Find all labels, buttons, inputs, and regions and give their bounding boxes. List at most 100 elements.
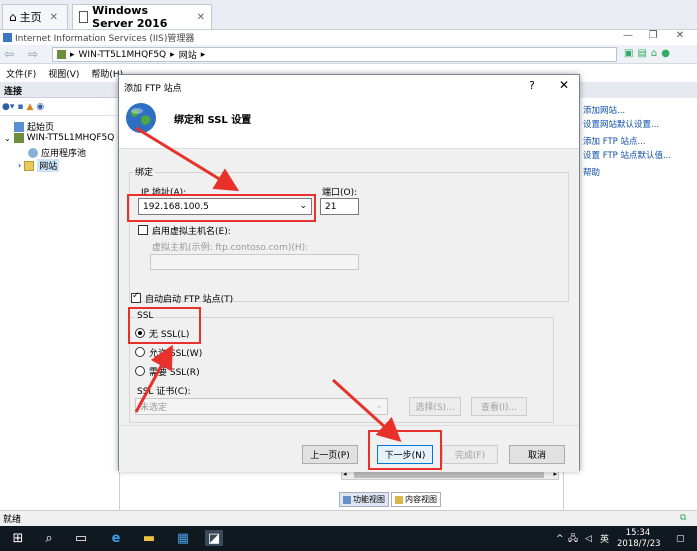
allow-ssl-radio[interactable] [135,347,145,357]
port-label: 端口(O): [322,188,358,198]
tray-chevron-icon[interactable]: ^ [556,526,564,551]
minimize-icon[interactable]: — [616,30,640,41]
close-icon[interactable]: ✕ [197,12,205,23]
highlight-next-button [368,430,442,470]
require-ssl-radio[interactable] [135,366,145,376]
tree-label: 起始页 [27,123,55,133]
chevron-down-icon[interactable]: ⌄ [4,134,11,143]
menu-file[interactable]: 文件(F) [0,67,42,80]
close-icon[interactable]: ✕ [668,30,692,41]
tree-label: 应用程序池 [41,149,87,159]
autostart-label: 自动启动 FTP 站点(T) [145,295,234,305]
tree-sites[interactable]: › 网站 [18,159,60,172]
select-cert-button[interactable]: 选择(S)... [409,397,461,416]
menu-view[interactable]: 视图(V) [42,67,85,80]
connections-pane: 连接 ●▾ ▪ ▲ ◉ 起始页 ⌄ WIN-TT5L1MHQF5Q (W 应用程… [0,82,130,510]
clock[interactable]: 15:34 2018/7/23 [617,528,661,550]
cancel-button[interactable]: 取消 [509,445,565,464]
virtual-host-label: 启用虚拟主机名(E): [152,227,231,237]
search-icon[interactable]: ⌕ [40,530,58,546]
tab-server-label: Windows Server 2016 [92,4,168,30]
tree-server[interactable]: ⌄ WIN-TT5L1MHQF5Q (W [4,133,130,143]
forward-icon[interactable]: ⇨ [28,47,38,61]
dialog-title-bar: 添加 FTP 站点 ? ✕ [119,75,579,99]
address-bar: ⇦ ⇨ ▸ WIN-TT5L1MHQF5Q ▸ 网站 ▸ ▣▤⌂● [0,45,697,64]
action-add-ftp[interactable]: 添加 FTP 站点... [564,134,697,148]
port-field[interactable]: 21 [320,198,359,215]
actions-pane: 作 添加网站... 设置网站默认设置... 添加 FTP 站点... 设置 FT… [563,82,697,510]
action-ftp-defaults[interactable]: 设置 FTP 站点默认值... [564,148,697,162]
scroll-thumb[interactable] [354,472,544,478]
iis-title: Internet Information Services (IIS)管理器 [15,34,195,44]
ie-icon[interactable]: e [107,530,125,546]
server-node-icon [57,50,66,59]
up-icon[interactable]: ▲ [26,102,33,112]
dialog-title: 添加 FTP 站点 [124,83,182,94]
iis-title-bar: Internet Information Services (IIS)管理器 —… [0,30,697,45]
toolbar-icons[interactable]: ▣▤⌂● [624,48,674,59]
ssl-cert-value: 未选定 [140,403,168,413]
ssl-cert-label: SSL 证书(C): [137,387,191,397]
task-view-icon[interactable]: ▭ [72,530,90,546]
app-pool-icon [28,147,38,158]
breadcrumb[interactable]: ▸ WIN-TT5L1MHQF5Q ▸ 网站 ▸ [52,47,617,62]
breadcrumb-server[interactable]: WIN-TT5L1MHQF5Q [79,50,167,60]
help-icon[interactable]: ? [529,79,535,92]
virtual-host-field[interactable] [150,254,359,270]
action-help[interactable]: 帮助 [564,165,697,179]
tab-home-label: 主页 [19,11,42,24]
close-icon[interactable]: ✕ [50,12,58,23]
dialog-footer: 上一页(P) 下一步(N) 完成(F) 取消 [119,425,579,472]
features-view-icon [343,495,351,504]
vm-tab-bar: ⌂ 主页 ✕ Windows Server 2016 ✕ [0,0,697,30]
port-value: 21 [325,201,337,212]
server-icon [13,133,24,143]
status-text: 就绪 [3,515,22,525]
binding-group-label: 绑定 [133,165,156,178]
server-manager-icon[interactable]: ▦ [174,530,192,546]
dialog-header: 绑定和 SSL 设置 [119,99,579,149]
autostart-checkbox[interactable] [131,291,141,303]
tab-features-view[interactable]: 功能视图 [339,492,389,507]
view-cert-button[interactable]: 查看(I)... [471,397,527,416]
taskbar: ⊞ ⌕ ▭ e ▬ ▦ ◪ ^ 🖧 ◁ 英 15:34 2018/7/23 ▢ [0,526,697,551]
tree-label: WIN-TT5L1MHQF5Q (W [26,133,130,143]
highlight-no-ssl [128,307,201,344]
tree-app-pools[interactable]: 应用程序池 [28,146,86,159]
chevron-right-icon[interactable]: › [18,161,21,170]
network-status-icon: ⧉ [680,513,687,523]
network-icon[interactable]: 🖧 [568,526,578,551]
start-icon[interactable]: ⊞ [9,530,27,546]
restore-icon[interactable]: ❐ [641,30,665,41]
tab-home[interactable]: ⌂ 主页 ✕ [2,4,68,29]
action-add-website[interactable]: 添加网站... [564,103,697,117]
tree-start-page[interactable]: 起始页 [14,120,54,133]
breadcrumb-sites[interactable]: 网站 [179,48,197,61]
previous-button[interactable]: 上一页(P) [302,445,358,464]
tab-windows-server[interactable]: Windows Server 2016 ✕ [72,4,212,30]
clock-date: 2018/7/23 [617,539,661,549]
connect-icon[interactable]: ●▾ [2,102,14,112]
file-explorer-icon[interactable]: ▬ [140,530,158,546]
disconnect-icon[interactable]: ◉ [36,102,44,112]
chevron-down-icon[interactable]: ⌄ [375,401,383,411]
notification-icon[interactable]: ▢ [676,526,685,551]
virtual-host-checkbox[interactable] [138,225,148,235]
home-icon: ⌂ [9,10,17,24]
ssl-cert-select[interactable]: 未选定 ⌄ [135,398,388,415]
action-site-defaults[interactable]: 设置网站默认设置... [564,117,697,131]
close-icon[interactable]: ✕ [559,78,569,92]
tab-content-view[interactable]: 内容视图 [391,492,441,507]
iis-app-icon [3,33,12,42]
allow-ssl-label: 允许 SSL(W) [149,349,203,359]
server-icon [79,11,89,23]
ime-indicator[interactable]: 英 [600,526,609,551]
iis-manager-icon[interactable]: ◪ [205,530,223,546]
volume-icon[interactable]: ◁ [585,526,592,551]
back-icon[interactable]: ⇦ [4,47,14,61]
finish-button[interactable]: 完成(F) [442,445,498,464]
globe-icon [126,103,156,133]
chevron-right-icon: ▸ [200,49,206,60]
save-icon[interactable]: ▪ [17,102,23,112]
tab-label: 功能视图 [353,495,385,504]
